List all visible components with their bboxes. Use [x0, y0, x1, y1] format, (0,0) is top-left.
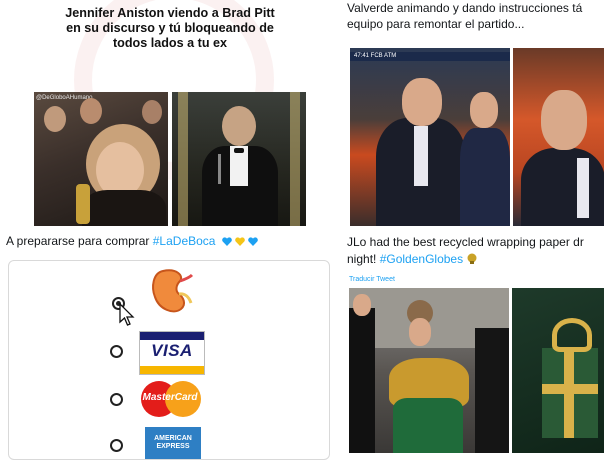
radio-visa[interactable] — [110, 345, 123, 358]
amex-logo: AMERICAN EXPRESS — [145, 427, 201, 459]
heart-icon — [248, 237, 258, 246]
meme-photo-left: @DeGloboAHumano — [34, 92, 168, 226]
heart-icon — [235, 237, 245, 246]
hashtag-link[interactable]: #LaDeBoca — [153, 234, 216, 248]
tweet-text-left: A prepararse para comprar #LaDeBoca — [6, 234, 258, 248]
media-gallery-football[interactable]: 47:41 FCB ATM — [350, 48, 604, 226]
translate-tweet-link[interactable]: Traducir Tweet — [349, 276, 395, 283]
mastercard-logo: MasterCard — [137, 379, 203, 419]
photo-wrapped-gift[interactable] — [512, 288, 604, 453]
photo-coach-bench[interactable]: 47:41 FCB ATM — [350, 48, 510, 226]
meme-image[interactable]: Jennifer Aniston viendo a Brad Pitt en s… — [34, 0, 306, 228]
kidney-icon — [152, 269, 194, 313]
meme-photo-right — [172, 92, 306, 226]
radio-mastercard[interactable] — [110, 393, 123, 406]
golden-globe-icon — [467, 253, 477, 264]
radio-amex[interactable] — [110, 439, 123, 452]
cursor-icon — [119, 303, 135, 326]
tweet-line: equipo para remontar el partido... — [347, 17, 525, 31]
media-gallery-jlo[interactable] — [349, 288, 604, 453]
tweet-text: A prepararse para comprar — [6, 234, 153, 248]
payment-options-image[interactable]: VISA MasterCard AMERICAN EXPRESS — [8, 260, 330, 460]
heart-icon — [222, 237, 232, 246]
tweet-line: JLo had the best recycled wrapping paper… — [347, 235, 584, 249]
visa-logo: VISA — [139, 331, 205, 375]
tweet-text-right-top: Valverde animando y dando instrucciones … — [347, 0, 604, 32]
tweet-line: Valverde animando y dando instrucciones … — [347, 1, 583, 15]
photo-red-carpet[interactable] — [349, 288, 509, 453]
tweet-text: night! — [347, 252, 380, 266]
meme-caption: Jennifer Aniston viendo a Brad Pitt en s… — [65, 6, 275, 50]
hashtag-link[interactable]: #GoldenGlobes — [380, 252, 463, 266]
photo-coach-closeup[interactable] — [513, 48, 604, 226]
scoreboard-overlay: 47:41 FCB ATM — [350, 52, 510, 61]
tweet-text-right-bottom: JLo had the best recycled wrapping paper… — [347, 234, 604, 268]
